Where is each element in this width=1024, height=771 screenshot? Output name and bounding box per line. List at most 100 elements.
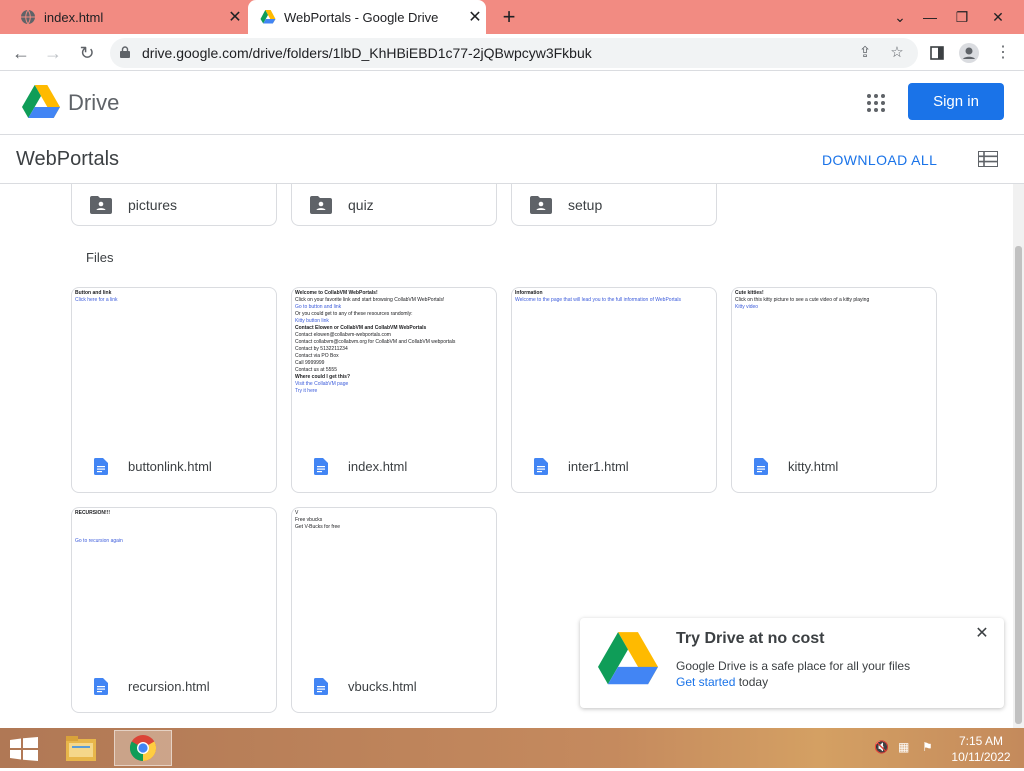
file-card-index[interactable]: Welcome to CollabVM WebPortals! Click on …	[291, 287, 497, 493]
close-tab-icon[interactable]: ✕	[224, 7, 246, 27]
page-scrollbar[interactable]	[1013, 184, 1024, 728]
browser-tab-strip: index.html ✕ WebPortals - Google Drive ✕…	[0, 0, 1024, 34]
file-preview: Button and link Click here for a link	[72, 288, 276, 438]
clock-date: 10/11/2022	[951, 750, 1011, 764]
network-icon[interactable]: ▦	[898, 740, 914, 756]
folder-title-bar: WebPortals DOWNLOAD ALL	[0, 135, 1024, 184]
promo-cta-line: Get started today	[676, 674, 910, 690]
google-apps-icon[interactable]	[866, 93, 886, 113]
preview-line: Cute kitties!	[735, 290, 764, 296]
file-preview: V Free vbucks Get V-Bucks for free	[292, 508, 496, 658]
drive-favicon-icon	[260, 10, 276, 24]
folder-name: pictures	[128, 196, 178, 213]
share-icon[interactable]: ⇪	[854, 42, 876, 64]
preview-line: V	[295, 510, 299, 516]
document-icon	[534, 457, 548, 475]
file-name: index.html	[348, 458, 408, 474]
preview-line: Where could I get this?	[295, 374, 351, 380]
globe-icon	[21, 9, 35, 25]
try-drive-promo: Try Drive at no cost Google Drive is a s…	[580, 618, 1004, 708]
preview-line: Or you could get to any of these resourc…	[295, 311, 413, 317]
browser-menu-icon[interactable]: ⋮	[990, 40, 1016, 66]
profile-avatar-icon[interactable]	[956, 40, 982, 66]
folder-title: WebPortals	[16, 148, 120, 170]
folder-pictures[interactable]: pictures	[71, 184, 277, 226]
folder-icon	[66, 736, 96, 761]
close-promo-icon[interactable]: ✕	[972, 624, 992, 644]
windows-start-icon[interactable]	[10, 737, 38, 761]
preview-line: Contact elowen@collabvm-webportals.com	[295, 332, 391, 338]
document-icon	[94, 457, 108, 475]
system-clock[interactable]: 7:15 AM 10/11/2022	[948, 733, 1014, 765]
tab-title: index.html	[44, 9, 104, 25]
file-card-inter1[interactable]: Information Welcome to the page that will…	[511, 287, 717, 493]
close-window-icon[interactable]: ✕	[982, 0, 1014, 34]
browser-toolbar: ← → ↻ drive.google.com/drive/folders/1lb…	[0, 34, 1024, 71]
preview-line: Try it here	[295, 388, 318, 394]
promo-title: Try Drive at no cost	[676, 630, 825, 647]
folder-name: quiz	[348, 196, 374, 213]
preview-line: Contact Elowen or CollabVM and CollabVM …	[295, 325, 427, 331]
file-card-recursion[interactable]: RECURSION!!! Go to recursion again recur…	[71, 507, 277, 713]
preview-line: Get V-Bucks for free	[295, 524, 341, 530]
file-name: inter1.html	[568, 458, 629, 474]
preview-line: Welcome to the page that will lead you t…	[515, 297, 682, 303]
file-card-buttonlink[interactable]: Button and link Click here for a link but…	[71, 287, 277, 493]
file-card-vbucks[interactable]: V Free vbucks Get V-Bucks for free vbucks.…	[291, 507, 497, 713]
minimize-icon[interactable]: —	[914, 0, 946, 34]
preview-line: Click on your favorite link and start br…	[295, 297, 445, 303]
action-center-flag-icon[interactable]: ⚑	[922, 740, 938, 756]
file-card-kitty[interactable]: Cute kitties! Click on this kitty picture…	[731, 287, 937, 493]
windows-taskbar: 🔇 ▦ ⚑ 7:15 AM 10/11/2022	[0, 728, 1024, 768]
close-tab-icon[interactable]: ✕	[464, 7, 486, 27]
files-section-heading: Files	[86, 250, 114, 265]
file-name-row: index.html	[292, 440, 496, 492]
back-arrow-icon[interactable]: ←	[8, 40, 34, 66]
tab-search-chevron-icon[interactable]: ⌄	[884, 0, 916, 34]
file-preview: Welcome to CollabVM WebPortals! Click on …	[292, 288, 496, 438]
preview-line: Visit the CollabVM page	[295, 381, 349, 387]
file-name: recursion.html	[128, 678, 210, 694]
preview-line: Contact collabvm@collabvm.org for Collab…	[295, 339, 456, 345]
chrome-taskbar-button[interactable]	[114, 730, 172, 766]
side-panel-icon[interactable]	[924, 40, 950, 66]
forward-arrow-icon[interactable]: →	[40, 40, 66, 66]
preview-line: Go to recursion again	[75, 538, 123, 544]
drive-header: Drive Sign in	[0, 71, 1024, 135]
clock-time: 7:15 AM	[958, 734, 1004, 748]
bookmark-star-icon[interactable]: ☆	[886, 42, 908, 64]
preview-line: Information	[515, 290, 543, 296]
tab-index-html[interactable]: index.html ✕	[8, 0, 246, 34]
tab-webportals-drive[interactable]: WebPortals - Google Drive ✕	[248, 0, 486, 34]
preview-line: Contact by 5132211234	[295, 346, 348, 352]
shared-folder-icon	[310, 195, 332, 214]
preview-line	[75, 517, 273, 524]
preview-line	[75, 524, 273, 531]
address-bar[interactable]: drive.google.com/drive/folders/1lbD_KhHB…	[110, 38, 918, 68]
tab-title: WebPortals - Google Drive	[284, 9, 439, 25]
file-name-row: kitty.html	[732, 440, 936, 492]
new-tab-button[interactable]: +	[496, 4, 522, 30]
folder-quiz[interactable]: quiz	[291, 184, 497, 226]
promo-description: Google Drive is a safe place for all you…	[676, 659, 911, 673]
reload-icon[interactable]: ↻	[74, 40, 100, 66]
shared-folder-icon	[90, 195, 112, 214]
get-started-link[interactable]: Get started	[676, 675, 735, 689]
list-view-icon[interactable]	[978, 151, 998, 167]
preview-line: Click on this kitty picture to see a cut…	[735, 297, 870, 303]
preview-line	[75, 531, 273, 538]
download-all-button[interactable]: DOWNLOAD ALL	[822, 152, 937, 168]
drive-logo-icon	[598, 632, 658, 685]
document-icon	[94, 677, 108, 695]
file-name: kitty.html	[788, 458, 839, 474]
file-name: vbucks.html	[348, 678, 417, 694]
file-explorer-taskbar-button[interactable]	[58, 730, 104, 766]
url-text[interactable]: drive.google.com/drive/folders/1lbD_KhHB…	[142, 45, 592, 61]
preview-line: Contact via PO Box	[295, 353, 339, 359]
restore-icon[interactable]: ❐	[946, 0, 978, 34]
preview-line: Free vbucks	[295, 517, 323, 523]
sign-in-button[interactable]: Sign in	[908, 83, 1004, 120]
folder-setup[interactable]: setup	[511, 184, 717, 226]
scrollbar-thumb[interactable]	[1015, 246, 1022, 724]
volume-muted-icon[interactable]: 🔇	[874, 740, 890, 756]
